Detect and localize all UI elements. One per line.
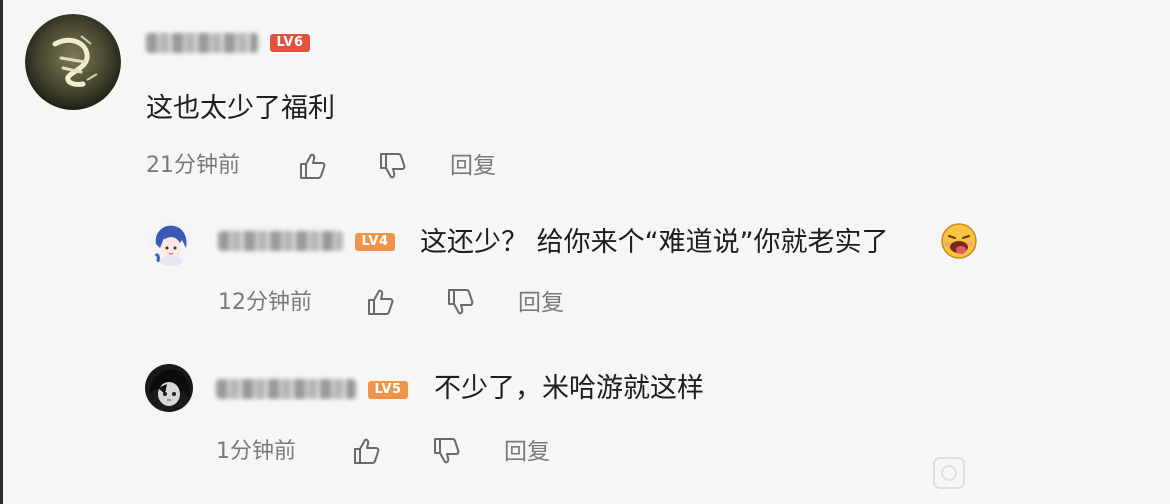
username[interactable] (218, 231, 343, 251)
username[interactable] (216, 379, 356, 399)
comment-time: 12分钟前 (218, 290, 312, 315)
dislike-button[interactable] (444, 286, 476, 318)
thumbs-down-icon (434, 438, 460, 464)
left-edge-bar (0, 0, 3, 504)
like-button[interactable] (350, 435, 382, 467)
reply-button[interactable]: 回复 (518, 288, 564, 318)
like-button[interactable] (296, 150, 328, 182)
level-badge: LV5 (368, 381, 408, 399)
username[interactable] (146, 33, 258, 53)
comment-text: 不少了，米哈游就这样 (434, 373, 704, 404)
thumbs-up-icon (300, 153, 326, 179)
thumbs-down-icon (448, 289, 474, 315)
comment-text: 这还少？ 给你来个“难道说”你就老实了 (420, 227, 889, 258)
reply-button[interactable]: 回复 (504, 437, 550, 467)
face-with-tongue-emoji (940, 222, 978, 260)
dislike-button[interactable] (430, 435, 462, 467)
thumbs-up-icon (354, 438, 380, 464)
dislike-button[interactable] (376, 150, 408, 182)
avatar[interactable] (148, 220, 194, 266)
avatar[interactable] (25, 14, 121, 110)
like-button[interactable] (364, 286, 396, 318)
thumbs-up-icon (368, 289, 394, 315)
comment-time: 1分钟前 (216, 439, 296, 464)
comment-time: 21分钟前 (146, 153, 240, 178)
avatar[interactable] (145, 364, 193, 412)
level-badge: LV4 (355, 233, 395, 251)
comment-text: 这也太少了福利 (146, 93, 335, 124)
level-badge: LV6 (270, 34, 310, 52)
reply-button[interactable]: 回复 (450, 151, 496, 181)
watermark-icon (932, 456, 966, 490)
thumbs-down-icon (380, 153, 406, 179)
